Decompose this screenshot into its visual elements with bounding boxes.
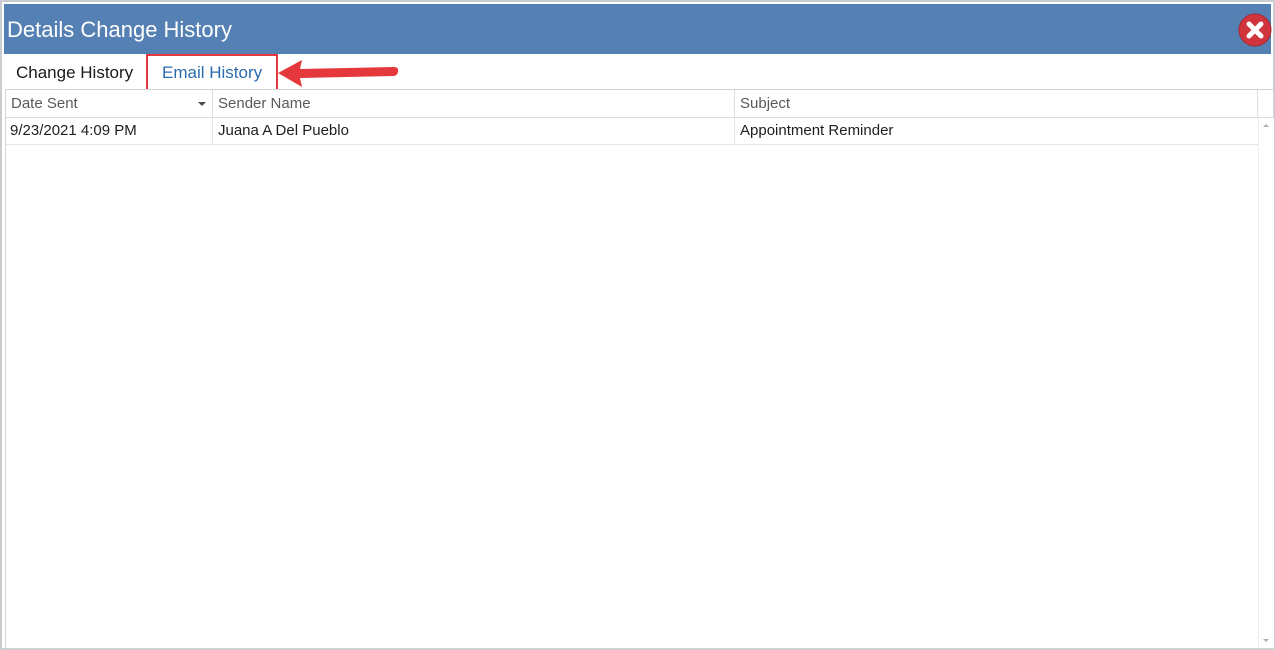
column-header-label: Subject bbox=[740, 95, 791, 112]
title-bar: Details Change History bbox=[4, 4, 1272, 54]
close-button[interactable] bbox=[1238, 13, 1272, 47]
scroll-down-icon[interactable] bbox=[1263, 639, 1269, 642]
tab-change-history[interactable]: Change History bbox=[16, 62, 133, 84]
grid-header: Date Sent Sender Name Subject bbox=[6, 90, 1273, 118]
cell-date-sent: 9/23/2021 4:09 PM bbox=[6, 118, 213, 144]
sort-descending-icon[interactable] bbox=[198, 102, 206, 106]
scroll-up-icon[interactable] bbox=[1263, 124, 1269, 127]
column-header-label: Date Sent bbox=[11, 95, 78, 112]
vertical-scrollbar[interactable] bbox=[1258, 118, 1274, 648]
column-header-date-sent[interactable]: Date Sent bbox=[6, 90, 213, 117]
column-header-label: Sender Name bbox=[218, 95, 311, 112]
tab-strip: Change History Email History bbox=[4, 54, 1271, 89]
column-header-subject[interactable]: Subject bbox=[735, 90, 1258, 117]
close-x-icon bbox=[1238, 13, 1272, 47]
details-change-history-dialog: Details Change History Change History Em… bbox=[0, 0, 1275, 650]
email-history-grid: Date Sent Sender Name Subject 9/23/2021 … bbox=[5, 89, 1274, 649]
cell-subject: Appointment Reminder bbox=[740, 122, 894, 139]
column-header-sender-name[interactable]: Sender Name bbox=[213, 90, 735, 117]
table-row[interactable]: 9/23/2021 4:09 PM Juana A Del Pueblo App… bbox=[6, 118, 1258, 145]
tab-email-history[interactable]: Email History bbox=[162, 62, 262, 84]
arrow-left-icon bbox=[278, 60, 399, 87]
window-title: Details Change History bbox=[7, 17, 232, 42]
cell-sender-name: Juana A Del Pueblo bbox=[213, 118, 735, 144]
